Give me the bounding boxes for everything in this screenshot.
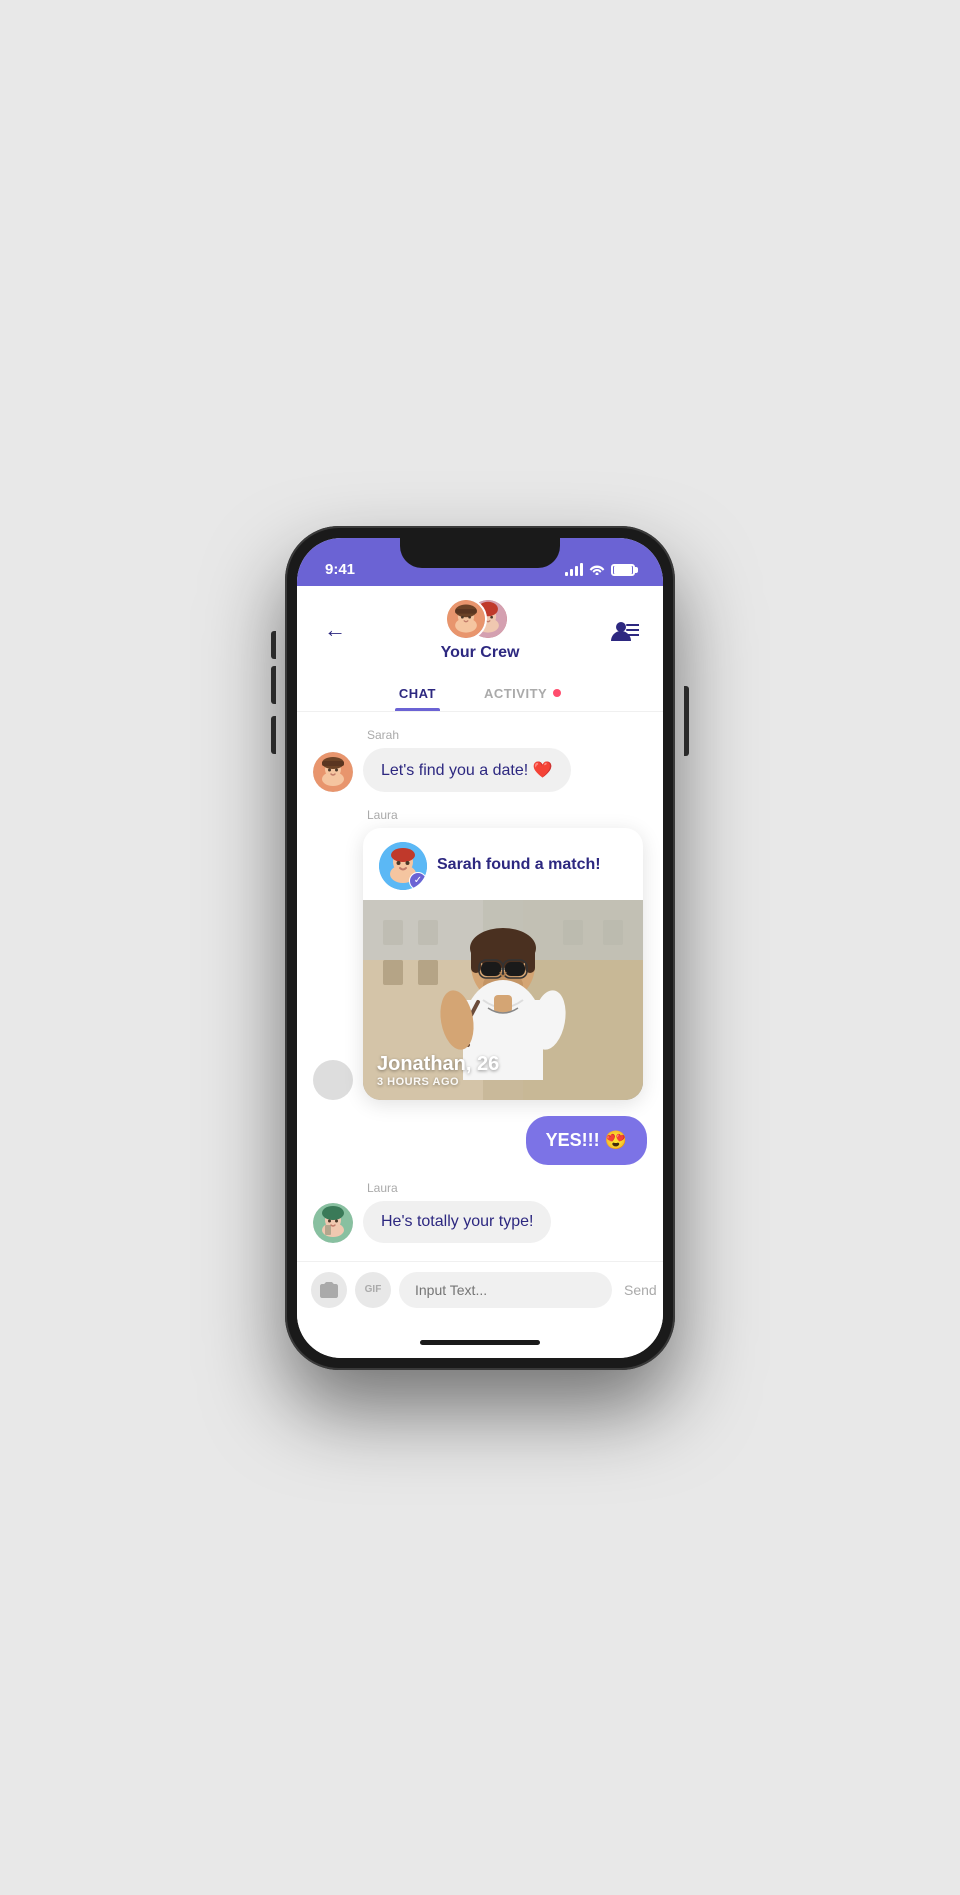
battery-icon xyxy=(611,564,635,576)
sender-label-laura: Laura xyxy=(367,808,647,822)
match-avatar-sarah: ✓ xyxy=(379,842,427,890)
avatar-sarah-chat xyxy=(313,752,353,792)
header-top: ← xyxy=(317,598,643,662)
match-photo-info: Jonathan, 26 3 HOURS AGO xyxy=(363,1041,513,1100)
power-button xyxy=(684,686,689,756)
avatar-sarah xyxy=(447,600,485,638)
camera-button[interactable] xyxy=(311,1272,347,1308)
send-button[interactable]: Send xyxy=(620,1282,661,1298)
crew-title: Your Crew xyxy=(441,644,520,662)
back-arrow-icon: ← xyxy=(324,617,346,643)
header: ← xyxy=(297,586,663,712)
phone-screen: 9:41 xyxy=(297,538,663,1358)
home-bar xyxy=(420,1340,540,1345)
message-bubble-sarah: Let's find you a date! ❤️ xyxy=(363,748,571,792)
back-button[interactable]: ← xyxy=(317,612,353,648)
match-card-header: ✓ Sarah found a match! xyxy=(363,828,643,900)
home-indicator xyxy=(297,1328,663,1358)
match-photo: Jonathan, 26 3 HOURS AGO xyxy=(363,900,643,1100)
avatar-laura-chat2 xyxy=(313,1203,353,1243)
gif-button[interactable]: GIF xyxy=(355,1272,391,1308)
mute-button xyxy=(271,631,276,659)
tab-chat[interactable]: CHAT xyxy=(395,680,440,711)
text-input[interactable] xyxy=(399,1272,612,1308)
activity-notification-dot xyxy=(553,689,561,697)
sender-label-laura2: Laura xyxy=(367,1181,647,1195)
wifi-icon xyxy=(589,562,605,578)
chat-area[interactable]: Sarah xyxy=(297,712,663,1261)
match-check-icon: ✓ xyxy=(409,872,427,890)
message-row-laura-text: He's totally your type! xyxy=(313,1201,647,1243)
message-row-laura-match: ✓ Sarah found a match! xyxy=(313,828,647,1100)
match-card[interactable]: ✓ Sarah found a match! xyxy=(363,828,643,1100)
crew-avatar-1 xyxy=(445,598,487,640)
message-row-sarah: Let's find you a date! ❤️ xyxy=(313,748,647,792)
match-time: 3 HOURS AGO xyxy=(377,1076,499,1088)
input-bar: GIF Send xyxy=(297,1261,663,1328)
message-group-laura-match: Laura xyxy=(313,808,647,1100)
signal-icon xyxy=(565,563,583,576)
volume-down-button xyxy=(271,716,276,754)
notch xyxy=(400,538,560,568)
header-center: Your Crew xyxy=(441,598,520,662)
message-bubble-laura-text: He's totally your type! xyxy=(363,1201,551,1243)
status-icons xyxy=(565,562,635,578)
tabs: CHAT ACTIVITY xyxy=(317,670,643,711)
gif-label: GIF xyxy=(365,1284,382,1295)
status-time: 9:41 xyxy=(325,561,355,578)
crew-avatars xyxy=(445,598,515,640)
sender-label-sarah: Sarah xyxy=(367,728,647,742)
avatar-laura-chat xyxy=(313,1060,353,1100)
contacts-button[interactable] xyxy=(607,612,643,648)
message-group-laura-text: Laura xyxy=(313,1181,647,1243)
match-card-title: Sarah found a match! xyxy=(437,855,601,876)
match-person-name: Jonathan, 26 xyxy=(377,1053,499,1076)
tab-activity[interactable]: ACTIVITY xyxy=(480,680,565,711)
message-group-own: YES!!! 😍 xyxy=(313,1116,647,1165)
volume-up-button xyxy=(271,666,276,704)
phone-frame: 9:41 xyxy=(285,526,675,1370)
message-bubble-own: YES!!! 😍 xyxy=(526,1116,647,1165)
message-group-sarah: Sarah xyxy=(313,728,647,792)
